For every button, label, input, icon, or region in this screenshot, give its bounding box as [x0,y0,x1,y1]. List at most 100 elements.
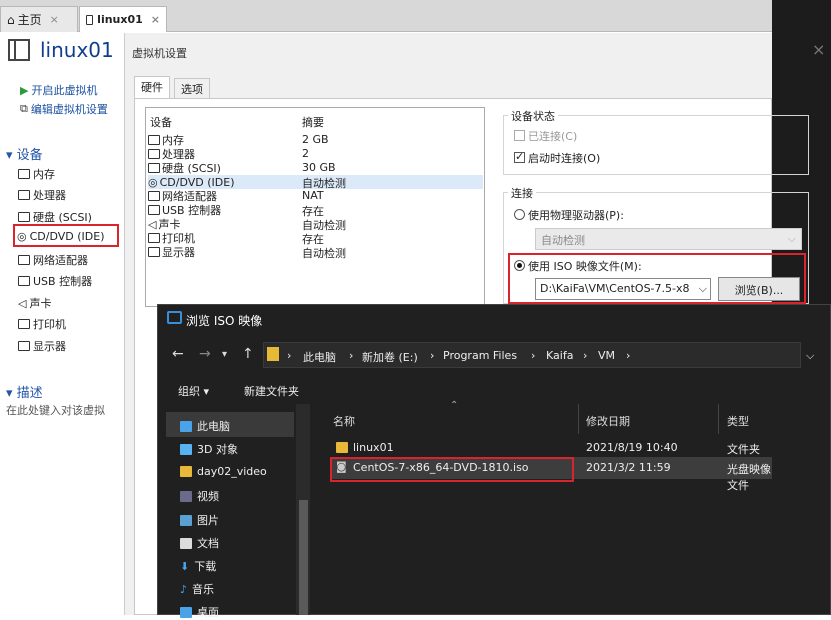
forward-icon[interactable]: → [199,346,211,362]
device-printer[interactable]: 打印机 [18,316,66,332]
column-summary: 摘要 [302,116,324,129]
column-type[interactable]: 类型 [727,413,749,429]
speaker-icon: ◁ [148,217,157,231]
table-row[interactable]: 打印机 存在 [148,231,483,246]
vm-icon [86,14,94,25]
table-row[interactable]: USB 控制器 存在 [148,203,483,218]
printer-icon [18,319,30,329]
up-icon[interactable]: ↑ [242,346,254,362]
usb-icon [148,205,160,215]
table-row[interactable]: 处理器 2 [148,147,483,161]
table-row[interactable]: 网络适配器 NAT [148,189,483,203]
device-usb[interactable]: USB 控制器 [18,273,92,289]
device-status-label: 设备状态 [508,108,558,124]
monitor-icon [18,341,30,351]
column-divider[interactable] [718,404,719,434]
checkbox-icon [514,130,525,141]
connect-at-power-on-checkbox[interactable]: 启动时连接(O) [514,150,600,166]
column-divider[interactable] [578,404,579,434]
close-icon[interactable]: × [812,40,825,59]
tab-hardware[interactable]: 硬件 [134,76,170,98]
organize-menu[interactable]: 组织 ▾ [178,383,209,399]
play-icon: ▶ [20,83,29,97]
device-network[interactable]: 网络适配器 [18,252,88,268]
table-row[interactable]: 显示器 自动检测 [148,245,483,260]
tree-item[interactable]: 桌面 [180,604,219,620]
highlight-box [13,224,119,247]
power-on-link[interactable]: ▶ 开启此虚拟机 [20,82,97,98]
table-row[interactable]: ◁ 声卡 自动检测 [148,217,483,233]
separator: › [626,349,631,362]
device-display[interactable]: 显示器 [18,338,66,354]
connected-checkbox[interactable]: 已连接(C) [514,128,577,144]
folder-icon [267,347,279,361]
cube-icon [180,443,192,455]
tab-linux01[interactable]: linux01 × [79,6,167,32]
tree-item[interactable]: 图片 [180,512,219,528]
tree-item[interactable]: ♪ 音乐 [180,581,214,597]
back-icon[interactable]: ← [172,346,184,362]
table-row[interactable]: 内存 2 GB [148,133,483,147]
processor-icon [18,190,30,200]
breadcrumb-item[interactable]: 新加卷 (E:) [362,349,418,365]
close-icon[interactable]: × [50,13,59,26]
separator: › [430,349,435,362]
description-placeholder[interactable]: 在此处键入对该虚拟 [6,402,105,418]
folder-icon [336,442,348,453]
description-section[interactable]: ▾ 描述 [6,382,43,401]
pictures-icon [180,514,192,526]
collapse-icon: ▾ [6,386,13,401]
tree-item[interactable]: ⬇ 下载 [180,558,216,574]
harddisk-icon [18,212,30,222]
column-date[interactable]: 修改日期 [586,413,630,429]
monitor-icon [148,247,160,257]
separator: › [531,349,536,362]
vm-icon [8,39,30,61]
tab-options[interactable]: 选项 [174,78,210,98]
dialog-title: 虚拟机设置 [132,47,187,60]
physical-drive-select[interactable]: 自动检测 ⌵ [535,228,802,250]
breadcrumb-item[interactable]: Kaifa [546,349,573,362]
memory-icon [18,169,30,179]
device-sound[interactable]: ◁ 声卡 [18,295,51,311]
close-icon[interactable]: × [151,13,160,26]
separator: › [583,349,588,362]
speaker-icon: ◁ [18,296,27,310]
use-physical-radio[interactable]: 使用物理驱动器(P): [514,207,624,223]
tree-this-pc[interactable]: 此电脑 [180,418,230,434]
new-folder-button[interactable]: 新建文件夹 [244,383,299,399]
recent-dropdown-icon[interactable]: ▾ [222,349,227,360]
tree-item[interactable]: 文档 [180,535,219,551]
scrollbar-thumb[interactable] [299,500,308,615]
computer-icon [180,420,192,432]
desktop-icon [180,606,192,618]
music-icon: ♪ [180,582,188,596]
device-harddisk[interactable]: 硬盘 (SCSI) [18,209,92,225]
tree-item[interactable]: 视频 [180,488,219,504]
breadcrumb-item[interactable]: VM [598,349,615,362]
file-row[interactable]: linux01 2021/8/19 10:40 文件夹 [336,441,772,457]
breadcrumb-item[interactable]: Program Files [443,349,517,362]
usb-icon [18,276,30,286]
chevron-down-icon[interactable]: ⌵ [806,349,814,363]
separator: › [287,349,292,362]
network-icon [18,255,30,265]
tab-home[interactable]: ⌂ 主页 × [0,6,78,32]
device-status-group [503,115,809,175]
document-icon [180,537,192,549]
tree-item[interactable]: 3D 对象 [180,441,238,457]
device-processor[interactable]: 处理器 [18,187,66,203]
folder-icon [180,466,192,477]
device-memory[interactable]: 内存 [18,166,55,182]
highlight-box [330,457,574,482]
tree-item[interactable]: day02_video [180,465,267,478]
column-name[interactable]: 名称 [333,413,355,429]
table-row[interactable]: 硬盘 (SCSI) 30 GB [148,161,483,175]
radio-icon [514,209,525,220]
collapse-icon: ▾ [6,148,13,163]
devices-section[interactable]: ▾ 设备 [6,144,43,163]
table-row-selected[interactable]: ◎ CD/DVD (IDE) 自动检测 [148,175,483,190]
processor-icon [148,149,160,159]
edit-settings-link[interactable]: ⧉ 编辑虚拟机设置 [20,101,108,117]
breadcrumb-item[interactable]: 此电脑 [303,349,336,365]
